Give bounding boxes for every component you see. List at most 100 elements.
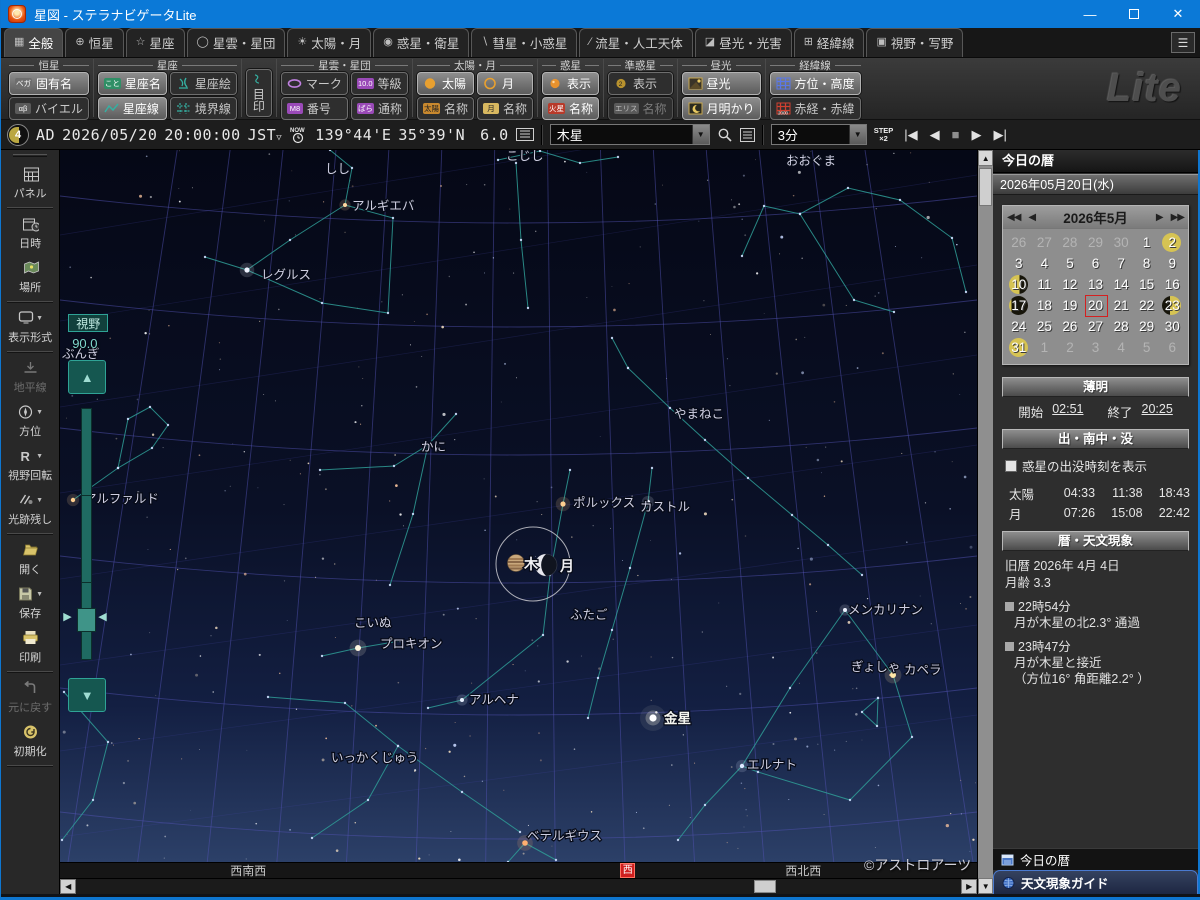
calendar-day[interactable]: 31 [1006,337,1032,358]
time-field[interactable]: 20:00:00 [164,126,240,144]
calendar-day[interactable]: 19 [1057,295,1083,316]
toolbar-button-目印[interactable]: 目印 [246,69,272,117]
toolbar-button-星座名[interactable]: こと星座名 [98,72,167,95]
object-list-icon[interactable] [740,128,755,142]
toolbar-button-月[interactable]: 月 [477,72,533,95]
toolbar-button-固有名[interactable]: ベガ固有名 [9,72,89,95]
sidebar-item-表示形式[interactable]: ▼表示形式 [1,305,59,349]
calendar-day[interactable]: 5 [1134,337,1160,358]
calendar-day[interactable]: 2 [1057,337,1083,358]
calendar-day[interactable]: 28 [1108,316,1134,337]
calendar-day[interactable]: 4 [1032,253,1058,274]
toolbar-button-境界線[interactable]: 境界線 [170,97,237,120]
calendar-day[interactable]: 2 [1159,232,1185,253]
calendar-day[interactable]: 1 [1032,337,1058,358]
target-search-combobox[interactable]: 木星 ▼ [550,124,710,145]
latitude-field[interactable]: 35°39'N [398,126,465,144]
sidebar-item-視野回転[interactable]: R▼視野回転 [1,443,59,487]
sidebar-item-方位[interactable]: ▼方位 [1,399,59,443]
keypad-icon[interactable] [516,128,534,141]
vertical-scroll-thumb[interactable] [979,168,992,206]
calendar-day[interactable]: 4 [1108,337,1134,358]
sidebar-item-日時[interactable]: 日時 [1,211,59,255]
sidebar-item-保存[interactable]: ▼保存 [1,581,59,625]
calendar-day[interactable]: 26 [1057,316,1083,337]
calendar-day[interactable]: 13 [1083,274,1109,295]
minimize-button[interactable]: — [1068,0,1112,28]
calendar-day[interactable]: 22 [1134,295,1160,316]
sidebar-item-場所[interactable]: 場所 [1,255,59,299]
calendar-day-today[interactable]: 20 [1083,295,1109,316]
prev-year-button[interactable]: ◀◀ [1003,212,1024,223]
prev-month-button[interactable]: ◀ [1024,212,1039,223]
chevron-down-icon[interactable]: ▼ [849,125,866,144]
skip-to-end-button[interactable]: ▶| [994,127,1007,143]
scroll-down-icon[interactable]: ▼ [978,878,993,894]
toolbar-button-名称[interactable]: 太陽名称 [417,97,474,120]
toolbar-button-名称[interactable]: 月名称 [477,97,533,120]
sky-chart[interactable]: ししこじしおおぐまアルギエバレグルスやまねこかにアルファルドぶんぎポルックスカス… [60,150,977,862]
skip-to-start-button[interactable]: |◀ [904,127,917,143]
toolbar-button-昼光[interactable]: 昼光 [682,72,761,95]
scroll-up-icon[interactable]: ▲ [978,150,993,166]
calendar-day[interactable]: 23 [1159,295,1185,316]
tab-恒星[interactable]: ⊕恒星 [65,28,123,57]
now-button[interactable]: NOW [289,126,308,144]
next-month-button[interactable]: ▶ [1152,212,1167,223]
time-step-combobox[interactable]: 3分 ▼ [771,124,867,145]
calendar-day[interactable]: 9 [1159,253,1185,274]
calendar-day[interactable]: 3 [1083,337,1109,358]
toolbar-button-名称[interactable]: 火星名称 [542,97,599,120]
tab-昼光・光害[interactable]: ◪昼光・光害 [695,28,792,57]
twilight-start-link[interactable]: 02:51 [1052,402,1083,421]
calendar-day[interactable]: 21 [1108,295,1134,316]
search-icon[interactable] [717,127,733,143]
vertical-scrollbar[interactable]: ▲ ▼ [977,150,993,894]
calendar-day[interactable]: 25 [1032,316,1058,337]
calendar-day[interactable]: 26 [1006,232,1032,253]
sidebar-item-パネル[interactable]: パネル [1,161,59,205]
toolbar-button-バイエル[interactable]: αβバイエル [9,97,89,120]
toolbar-button-月明かり[interactable]: 月明かり [682,97,761,120]
toolbar-button-表示[interactable]: 表示 [542,72,599,95]
sidebar-item-初期化[interactable]: 初期化 [1,719,59,763]
calendar-day[interactable]: 24 [1006,316,1032,337]
calendar-day[interactable]: 18 [1032,295,1058,316]
toolbar-button-番号[interactable]: M8番号 [281,97,348,120]
calendar-day[interactable]: 14 [1108,274,1134,295]
tab-視野・写野[interactable]: ▣視野・写野 [866,28,963,57]
scroll-right-icon[interactable]: ▶ [961,879,977,894]
calendar-day[interactable]: 6 [1083,253,1109,274]
calendar-day[interactable]: 29 [1083,232,1109,253]
stop-button[interactable]: ■ [952,127,960,142]
calendar-day[interactable]: 30 [1108,232,1134,253]
tab-彗星・小惑星[interactable]: ∖彗星・小惑星 [471,28,577,57]
fov-zoom-in-button[interactable]: ▲ [68,360,106,394]
show-planet-riseset-checkbox[interactable] [1005,460,1017,472]
toolbar-button-等級[interactable]: 10.0等級 [351,72,408,95]
toolbar-button-太陽[interactable]: 太陽 [417,72,474,95]
calendar-day[interactable]: 7 [1108,253,1134,274]
tab-太陽・月[interactable]: ☀太陽・月 [287,28,371,57]
step-multiplier-icon[interactable]: STEP×2 [874,127,894,143]
calendar-day[interactable]: 30 [1159,316,1185,337]
close-button[interactable]: ✕ [1156,0,1200,28]
calendar-day[interactable]: 11 [1032,274,1058,295]
calendar-day[interactable]: 15 [1134,274,1160,295]
tab-星座[interactable]: ☆星座 [126,28,185,57]
ribbon-menu-icon[interactable]: ☰ [1171,32,1195,53]
calendar-day[interactable]: 27 [1032,232,1058,253]
toolbar-button-マーク[interactable]: マーク [281,72,348,95]
step-back-button[interactable]: ◀ [930,127,940,143]
toolbar-button-通称[interactable]: ばら通称 [351,97,408,120]
moon-phase-icon[interactable]: 4 [7,124,29,146]
fov-zoom-out-button[interactable]: ▼ [68,678,106,712]
toolbar-button-表示[interactable]: 2表示 [608,72,673,95]
calendar-day[interactable]: 10 [1006,274,1032,295]
toolbar-button-名称[interactable]: エリス名称 [608,97,673,120]
next-year-button[interactable]: ▶▶ [1167,212,1188,223]
panel-tab-天文現象ガイド[interactable]: 天文現象ガイド [993,870,1198,894]
scroll-left-icon[interactable]: ◀ [60,879,76,894]
toolbar-button-星座線[interactable]: 星座線 [98,97,167,120]
sidebar-item-開く[interactable]: 開く [1,537,59,581]
